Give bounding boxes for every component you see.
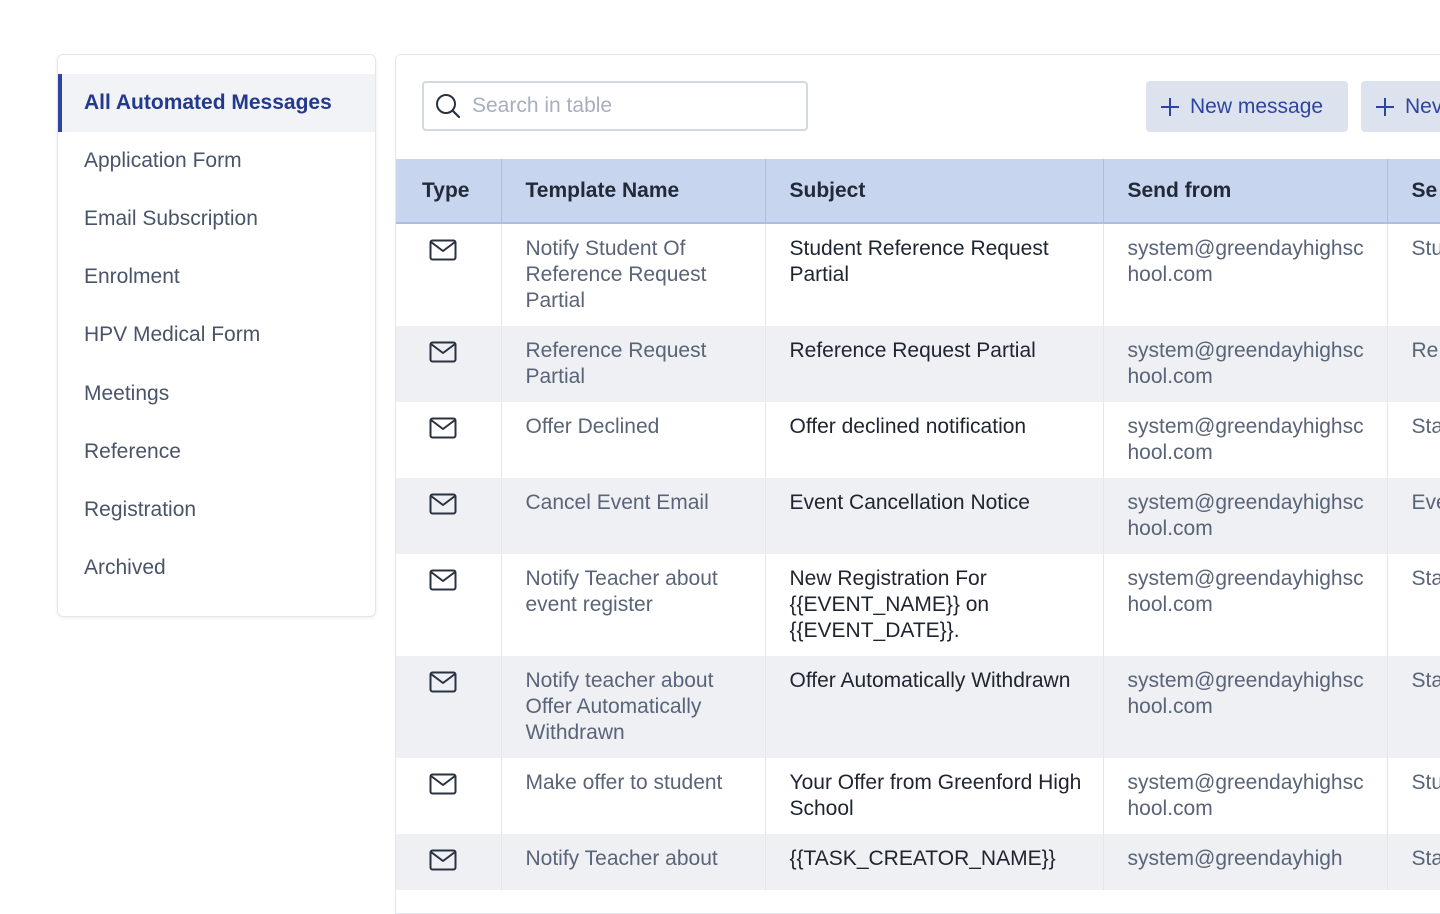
sidebar-item-registration[interactable]: Registration bbox=[58, 481, 375, 539]
subject-cell: Offer declined notification bbox=[765, 402, 1104, 478]
type-cell bbox=[396, 554, 502, 656]
template-name-cell[interactable]: Notify teacher about Offer Automatically… bbox=[501, 656, 766, 758]
table-row[interactable]: Offer Declined Offer declined notificatio… bbox=[396, 402, 1440, 478]
table-row[interactable]: Make offer to student Your Offer from Gre… bbox=[396, 758, 1440, 834]
type-cell bbox=[396, 656, 502, 758]
table-row[interactable]: Cancel Event Email Event Cancellation Not… bbox=[396, 478, 1440, 554]
truncated-cell: Stu bbox=[1387, 758, 1440, 834]
table-header-row: Type Template Name Subject Send from Se bbox=[396, 159, 1440, 224]
search-input[interactable] bbox=[470, 93, 794, 119]
table-row[interactable]: Notify Teacher about {{TASK_CREATOR_NAME}… bbox=[396, 834, 1440, 890]
column-header-template-name[interactable]: Template Name bbox=[501, 159, 766, 224]
type-cell bbox=[396, 834, 502, 890]
sidebar-item-enrolment[interactable]: Enrolment bbox=[58, 248, 375, 306]
search-icon bbox=[434, 92, 462, 120]
messages-table: Type Template Name Subject Send from Se … bbox=[396, 159, 1440, 890]
template-name-cell[interactable]: Reference Request Partial bbox=[501, 326, 766, 402]
new-secondary-label: Nev bbox=[1405, 94, 1440, 118]
send-from-cell: system@greendayhigh bbox=[1103, 834, 1388, 890]
type-cell bbox=[396, 402, 502, 478]
send-from-cell: system@greendayhighschool.com bbox=[1103, 326, 1388, 402]
send-from-cell: system@greendayhighschool.com bbox=[1103, 402, 1388, 478]
sidebar-item-email-subscription[interactable]: Email Subscription bbox=[58, 190, 375, 248]
sidebar-item-meetings[interactable]: Meetings bbox=[58, 365, 375, 423]
truncated-cell: Sta bbox=[1387, 656, 1440, 758]
truncated-cell: Stu bbox=[1387, 223, 1440, 326]
template-name-cell[interactable]: Cancel Event Email bbox=[501, 478, 766, 554]
truncated-cell: Eve bbox=[1387, 478, 1440, 554]
send-from-cell: system@greendayhighschool.com bbox=[1103, 554, 1388, 656]
envelope-icon bbox=[429, 239, 457, 268]
sidebar-item-application-form[interactable]: Application Form bbox=[58, 132, 375, 190]
subject-cell: Reference Request Partial bbox=[765, 326, 1104, 402]
template-name-cell[interactable]: Notify Student Of Reference Request Part… bbox=[501, 223, 766, 326]
subject-cell: Your Offer from Greenford High School bbox=[765, 758, 1104, 834]
envelope-icon bbox=[429, 849, 457, 878]
template-name-cell[interactable]: Notify Teacher about bbox=[501, 834, 766, 890]
envelope-icon bbox=[429, 773, 457, 802]
type-cell bbox=[396, 478, 502, 554]
sidebar-item-archived[interactable]: Archived bbox=[58, 539, 375, 597]
subject-cell: Event Cancellation Notice bbox=[765, 478, 1104, 554]
template-name-cell[interactable]: Notify Teacher about event register bbox=[501, 554, 766, 656]
category-sidebar: All Automated Messages Application Form … bbox=[57, 54, 376, 617]
truncated-cell: Sta bbox=[1387, 402, 1440, 478]
sidebar-item-reference[interactable]: Reference bbox=[58, 423, 375, 481]
table-row[interactable]: Notify teacher about Offer Automatically… bbox=[396, 656, 1440, 758]
plus-icon bbox=[1375, 97, 1395, 117]
type-cell bbox=[396, 223, 502, 326]
new-message-button[interactable]: New message bbox=[1146, 81, 1348, 132]
type-cell bbox=[396, 758, 502, 834]
subject-cell: {{TASK_CREATOR_NAME}} bbox=[765, 834, 1104, 890]
column-header-truncated[interactable]: Se bbox=[1387, 159, 1440, 224]
truncated-cell: Sta bbox=[1387, 834, 1440, 890]
send-from-cell: system@greendayhighschool.com bbox=[1103, 478, 1388, 554]
table-row[interactable]: Notify Teacher about event register New R… bbox=[396, 554, 1440, 656]
envelope-icon bbox=[429, 671, 457, 700]
template-name-cell[interactable]: Make offer to student bbox=[501, 758, 766, 834]
search-box[interactable] bbox=[422, 81, 808, 131]
subject-cell: Student Reference Request Partial bbox=[765, 223, 1104, 326]
sidebar-item-all-automated-messages[interactable]: All Automated Messages bbox=[58, 74, 375, 132]
envelope-icon bbox=[429, 417, 457, 446]
new-secondary-button[interactable]: Nev bbox=[1361, 81, 1440, 132]
send-from-cell: system@greendayhighschool.com bbox=[1103, 223, 1388, 326]
column-header-subject[interactable]: Subject bbox=[765, 159, 1104, 224]
subject-cell: New Registration For {{EVENT_NAME}} on {… bbox=[765, 554, 1104, 656]
messages-panel: New message Nev Type Template Name Subje… bbox=[395, 54, 1440, 914]
table-row[interactable]: Reference Request Partial Reference Reque… bbox=[396, 326, 1440, 402]
template-name-cell[interactable]: Offer Declined bbox=[501, 402, 766, 478]
envelope-icon bbox=[429, 493, 457, 522]
plus-icon bbox=[1160, 97, 1180, 117]
envelope-icon bbox=[429, 341, 457, 370]
sidebar-item-hpv-medical-form[interactable]: HPV Medical Form bbox=[58, 306, 375, 364]
column-header-type[interactable]: Type bbox=[396, 159, 502, 224]
send-from-cell: system@greendayhighschool.com bbox=[1103, 758, 1388, 834]
send-from-cell: system@greendayhighschool.com bbox=[1103, 656, 1388, 758]
subject-cell: Offer Automatically Withdrawn bbox=[765, 656, 1104, 758]
truncated-cell: Re bbox=[1387, 326, 1440, 402]
truncated-cell: Sta bbox=[1387, 554, 1440, 656]
new-message-label: New message bbox=[1190, 94, 1324, 118]
envelope-icon bbox=[429, 569, 457, 598]
type-cell bbox=[396, 326, 502, 402]
column-header-send-from[interactable]: Send from bbox=[1103, 159, 1388, 224]
table-row[interactable]: Notify Student Of Reference Request Part… bbox=[396, 223, 1440, 326]
